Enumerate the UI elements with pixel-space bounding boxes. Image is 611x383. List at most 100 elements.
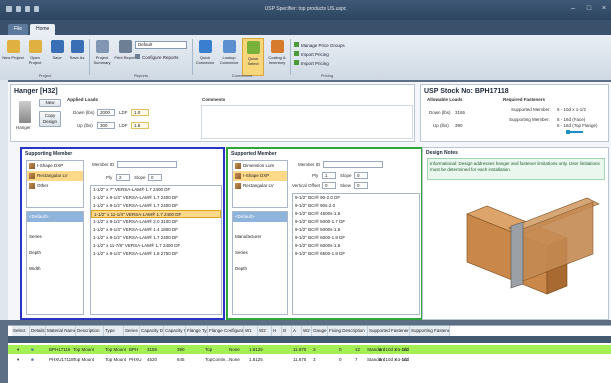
supporting-type-item[interactable]: Other [27,181,83,191]
list-item[interactable]: 1-1/2" x 11-7/8" VERSA-LAM® 1.7 2400 DF [91,242,221,250]
list-item[interactable]: 1-1/2" x 9-1/4" VERSA-LAM® 1.7 2400 DF [91,194,221,202]
import-pricing-button[interactable]: Import Pricing [294,51,329,57]
list-item[interactable]: 1-1/2" x 9-1/4" VERSA-LAM® 1.8 2750 DF [91,250,221,258]
column-header[interactable]: H [272,326,282,336]
comments-textarea[interactable] [201,105,413,139]
lookup-connector-button[interactable]: Lookup Connector [218,38,240,76]
supporting-type-item[interactable]: I-Shape DXP [27,161,83,171]
up-load-input[interactable]: 300 [97,122,115,129]
costing-inventory-button[interactable]: Costing & Inventory [266,38,288,76]
column-header[interactable]: Description [76,326,104,336]
table-row[interactable]: ▾ ■ BPH17118 Top Mount Top Mount BPH 3165 390 To… [8,345,611,354]
list-item[interactable]: 9-1/2" BCI® 6000-1.8 DF [293,234,419,242]
column-header[interactable]: Series [124,326,140,336]
filter-item-manufacturer[interactable]: Manufacturer [233,232,287,242]
column-header[interactable]: D [282,326,292,336]
supporting-filter-list[interactable]: <Default> Series Depth Width [26,211,84,315]
list-item[interactable]: 9-1/2" BCI® 6500-1.8 DF [293,250,419,258]
column-header[interactable]: Flange Type [186,326,208,336]
grid-filter-row[interactable] [8,336,611,343]
maximize-icon[interactable]: □ [582,4,596,13]
column-header[interactable]: Select [12,326,30,336]
column-header[interactable]: Fixing Description [328,326,368,336]
details-icon[interactable]: ■ [30,345,34,354]
column-header[interactable]: Supporting Fastener [410,326,450,336]
tab-home[interactable]: Home [30,24,56,35]
column-header[interactable]: W1 [244,326,258,336]
column-header[interactable]: Gauge [312,326,328,336]
down-ldf-select[interactable]: 1.0 [131,109,149,116]
member-id-input[interactable] [323,161,383,168]
column-header[interactable]: Material Name [46,326,76,336]
default-filter-item[interactable]: <Default> [233,212,287,222]
row-expand-icon[interactable]: ▾ [16,355,19,364]
filter-item-depth[interactable]: Depth [233,264,287,274]
supported-type-item[interactable]: Dimension Lum [233,161,287,171]
new-project-button[interactable]: New Project [2,38,24,76]
print-report-button[interactable]: Print Report [114,38,136,76]
up-ldf-select[interactable]: 1.6 [131,122,149,129]
column-header[interactable]: W2 [302,326,312,336]
list-item[interactable]: 9-1/2" BCI® 90-2.0 DF [293,194,419,202]
list-item[interactable]: 9-1/2" BCI® 90s-2.0 [293,202,419,210]
configure-reports-button[interactable]: Configure Reports [135,54,179,60]
open-project-button[interactable]: Open Project [24,38,46,76]
filter-item-series[interactable]: Series [27,232,83,242]
list-item[interactable]: 1-1/2" x 9-1/2" VERSA-LAM® 1.7 2400 DF [91,234,221,242]
list-item-selected[interactable]: 1-1/2" x 11-1/4" VERSA-LAM® 1.7 2400 DF [91,210,221,218]
list-item[interactable]: 9-1/2" BCI® 4500s-1.8 [293,210,419,218]
skew-input[interactable]: 0 [354,182,368,189]
supported-filter-list[interactable]: <Default> Manufacturer Series Depth [232,211,288,315]
project-summary-button[interactable]: Project Summary [91,38,113,76]
vertical-offset-input[interactable]: 0 [322,182,336,189]
supported-type-item-selected[interactable]: I-Shape DXP [233,171,287,181]
list-item[interactable]: 1-1/2" x 9-1/4" VERSA-LAM® 1.4 1800 DF [91,226,221,234]
connection-3d-view[interactable] [427,184,605,316]
member-id-input[interactable] [117,161,177,168]
ply-input[interactable]: 1 [322,172,336,179]
supported-type-item[interactable]: Rectangular LV [233,181,287,191]
save-as-button[interactable]: Save As [66,38,88,76]
list-item[interactable]: 1-1/2" x 9-1/2" VERSA-LAM® 2.0 3100 DF [91,218,221,226]
filter-item-depth[interactable]: Depth [27,248,83,258]
column-header[interactable]: Type [104,326,124,336]
column-header[interactable]: A [292,326,302,336]
list-item[interactable]: 9-1/2" BCI® 5000s-1.8 [293,226,419,234]
supporting-type-list[interactable]: I-Shape DXP Rectangular LV Other [26,160,84,208]
row-expand-icon[interactable]: ▾ [16,345,19,354]
copy-design-button[interactable]: Copy Design [39,111,61,127]
close-icon[interactable]: × [597,4,611,13]
supporting-member-list[interactable]: 1-1/2" x 7" VERSA-LAM® 1.7 2400 DF 1-1/2… [90,185,222,315]
column-header[interactable]: Supported Fasteners [368,326,410,336]
list-item[interactable]: 9-1/2" BCI® 5000-1.7 DF [293,218,419,226]
minimize-icon[interactable]: – [566,4,580,13]
supporting-type-item-selected[interactable]: Rectangular LV [27,171,83,181]
default-filter-item[interactable]: <Default> [27,212,83,222]
list-item[interactable]: 1-1/2" x 7" VERSA-LAM® 1.7 2400 DF [91,186,221,194]
supported-member-list[interactable]: 9-1/2" BCI® 90-2.0 DF 9-1/2" BCI® 90s-2.… [292,193,420,315]
column-header[interactable]: W2 [258,326,272,336]
save-button[interactable]: Save [46,38,68,76]
quick-connector-button[interactable]: Quick Connector [194,38,216,76]
list-item[interactable]: 9-1/2" BCI® 6000s-1.8 [293,242,419,250]
slope-input[interactable]: 0 [148,174,162,181]
import-pricing-button-2[interactable]: Import Pricing [294,60,329,66]
column-header[interactable]: Capacity Down [140,326,164,336]
column-header[interactable]: Flange Configuration [208,326,244,336]
tab-file[interactable]: File [8,24,29,35]
new-hanger-button[interactable]: New [39,99,61,107]
supported-type-list[interactable]: Dimension Lum I-Shape DXP Rectangular LV [232,160,288,208]
report-template-select[interactable]: Default [135,41,187,49]
column-header[interactable]: Capacity Up [164,326,186,336]
down-load-input[interactable]: 2000 [97,109,115,116]
manage-price-groups-button[interactable]: Manage Price Groups [294,42,345,48]
slope-input[interactable]: 0 [354,172,368,179]
ply-input[interactable]: 2 [116,174,130,181]
filter-item-width[interactable]: Width [27,264,83,274]
quick-select-button[interactable]: Quick Select [242,38,264,76]
list-item[interactable]: 1-1/2" x 9-1/2" VERSA-LAM® 1.7 2400 DF [91,202,221,210]
left-collapse-strip[interactable] [0,80,8,320]
table-row[interactable]: ▾ ■ PHXU17118 Top Mount Top Mount PHXU 4520 645… [8,355,611,364]
details-icon[interactable]: ■ [30,355,34,364]
column-header[interactable]: Details [30,326,46,336]
